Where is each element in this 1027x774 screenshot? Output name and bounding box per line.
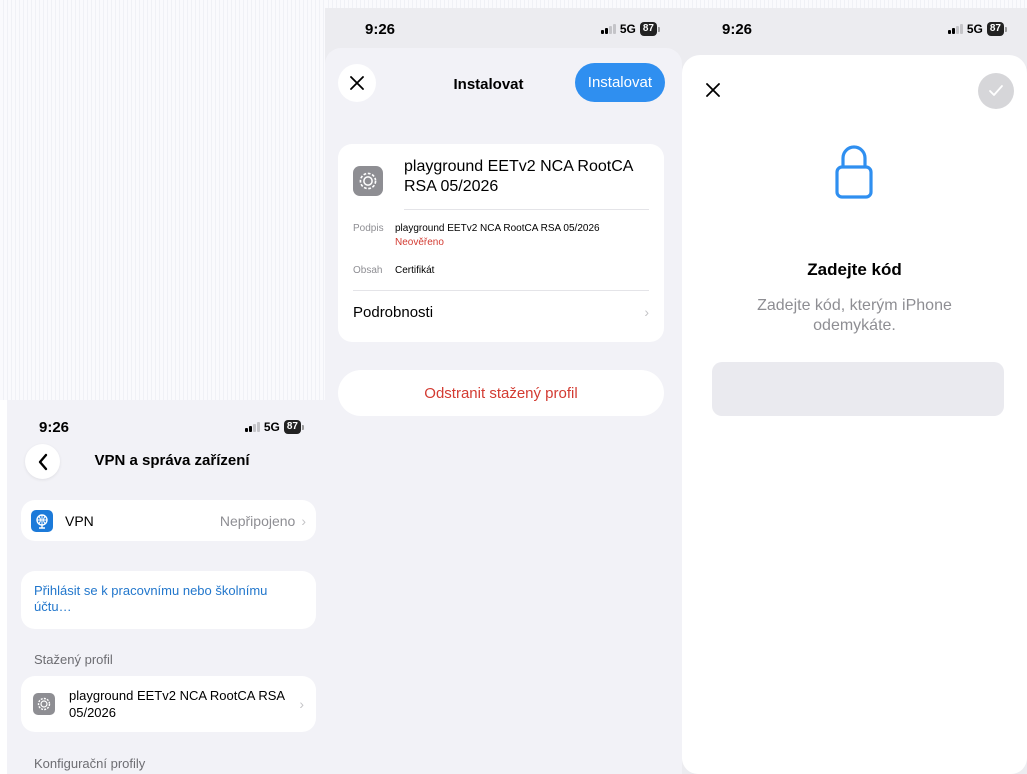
network-label: 5G xyxy=(263,420,280,434)
close-button[interactable] xyxy=(694,71,732,109)
install-profile-screen: 9:26 5G 87 Instalovat Instalovat playgro… xyxy=(325,8,682,774)
divider xyxy=(404,209,649,210)
chevron-right-icon: › xyxy=(301,512,306,529)
vpn-label: VPN xyxy=(65,512,94,529)
screenshot-collage: 9:26 5G 87 VPN a správa zařízení VPN Nep… xyxy=(0,0,1027,774)
details-label: Podrobnosti xyxy=(353,304,434,321)
install-sheet: Instalovat Instalovat playground EETv2 N… xyxy=(325,48,682,774)
downloaded-profile-row[interactable]: playground EETv2 NCA RootCA RSA 05/2026 … xyxy=(21,676,316,732)
gear-icon xyxy=(33,693,55,715)
blank-background xyxy=(325,0,1027,8)
unverified-badge: Neověřeno xyxy=(395,237,444,248)
status-bar: 9:26 5G 87 xyxy=(7,412,325,442)
battery-level: 87 xyxy=(639,22,657,36)
work-account-login-link[interactable]: Přihlásit se k pracovnímu nebo školnímu … xyxy=(21,571,316,629)
status-time: 9:26 xyxy=(365,20,396,38)
contains-key: Obsah xyxy=(353,265,383,276)
signed-by-row: Podpis playground EETv2 NCA RootCA RSA 0… xyxy=(353,223,600,248)
signal-icon xyxy=(948,24,963,34)
lock-icon xyxy=(835,145,873,199)
blank-background xyxy=(0,0,325,400)
contains-value: Certifikát xyxy=(395,265,435,276)
signal-icon xyxy=(601,24,616,34)
passcode-screen: 9:26 5G 87 Zadejte kód Zadejte kód, kter… xyxy=(682,8,1027,774)
signed-key: Podpis xyxy=(353,223,384,234)
status-indicators: 5G 87 xyxy=(601,22,660,36)
profile-name: playground EETv2 NCA RootCA RSA 05/2026 xyxy=(69,688,285,720)
battery-level: 87 xyxy=(986,22,1004,36)
vpn-status: Nepřipojeno xyxy=(219,512,296,529)
battery-icon: 87 xyxy=(283,420,304,434)
vpn-settings-screen: 9:26 5G 87 VPN a správa zařízení VPN Nep… xyxy=(7,400,325,774)
passcode-sheet: Zadejte kód Zadejte kód, kterým iPhone o… xyxy=(682,55,1027,774)
divider xyxy=(353,290,649,291)
passcode-subtitle: Zadejte kód, kterým iPhone odemykáte. xyxy=(757,297,952,334)
network-label: 5G xyxy=(966,22,983,36)
status-time: 9:26 xyxy=(39,418,70,436)
battery-icon: 87 xyxy=(986,22,1007,36)
downloaded-profile-header: Stažený profil xyxy=(34,652,113,667)
confirm-button[interactable] xyxy=(978,73,1014,109)
passcode-input[interactable] xyxy=(712,362,1004,416)
status-indicators: 5G 87 xyxy=(245,420,304,434)
vpn-globe-icon xyxy=(31,509,53,532)
profile-name: playground EETv2 NCA RootCA RSA 05/2026 xyxy=(404,158,633,195)
battery-icon: 87 xyxy=(639,22,660,36)
status-bar: 9:26 5G 87 xyxy=(325,14,682,44)
install-button[interactable]: Instalovat xyxy=(574,63,665,102)
close-icon xyxy=(706,83,720,97)
page-title: VPN a správa zařízení xyxy=(94,452,250,469)
gear-icon xyxy=(353,166,383,196)
signal-icon xyxy=(245,422,260,432)
vpn-row[interactable]: VPN Nepřipojeno › xyxy=(21,500,316,541)
remove-profile-button[interactable]: Odstranit stažený profil xyxy=(338,370,664,416)
config-profiles-header: Konfigurační profily xyxy=(34,756,146,771)
status-time: 9:26 xyxy=(722,20,753,38)
passcode-title: Zadejte kód xyxy=(807,260,902,279)
status-bar: 9:26 5G 87 xyxy=(682,14,1027,44)
checkmark-icon xyxy=(989,85,1003,96)
battery-level: 87 xyxy=(283,420,301,434)
signed-value: playground EETv2 NCA RootCA RSA 05/2026 xyxy=(395,223,600,234)
chevron-right-icon: › xyxy=(299,696,304,712)
profile-info-card: playground EETv2 NCA RootCA RSA 05/2026 … xyxy=(338,144,664,342)
chevron-right-icon: › xyxy=(644,304,649,320)
contains-row: Obsah Certifikát xyxy=(353,265,434,276)
network-label: 5G xyxy=(619,22,636,36)
details-row[interactable]: Podrobnosti › xyxy=(353,304,649,321)
status-indicators: 5G 87 xyxy=(948,22,1007,36)
